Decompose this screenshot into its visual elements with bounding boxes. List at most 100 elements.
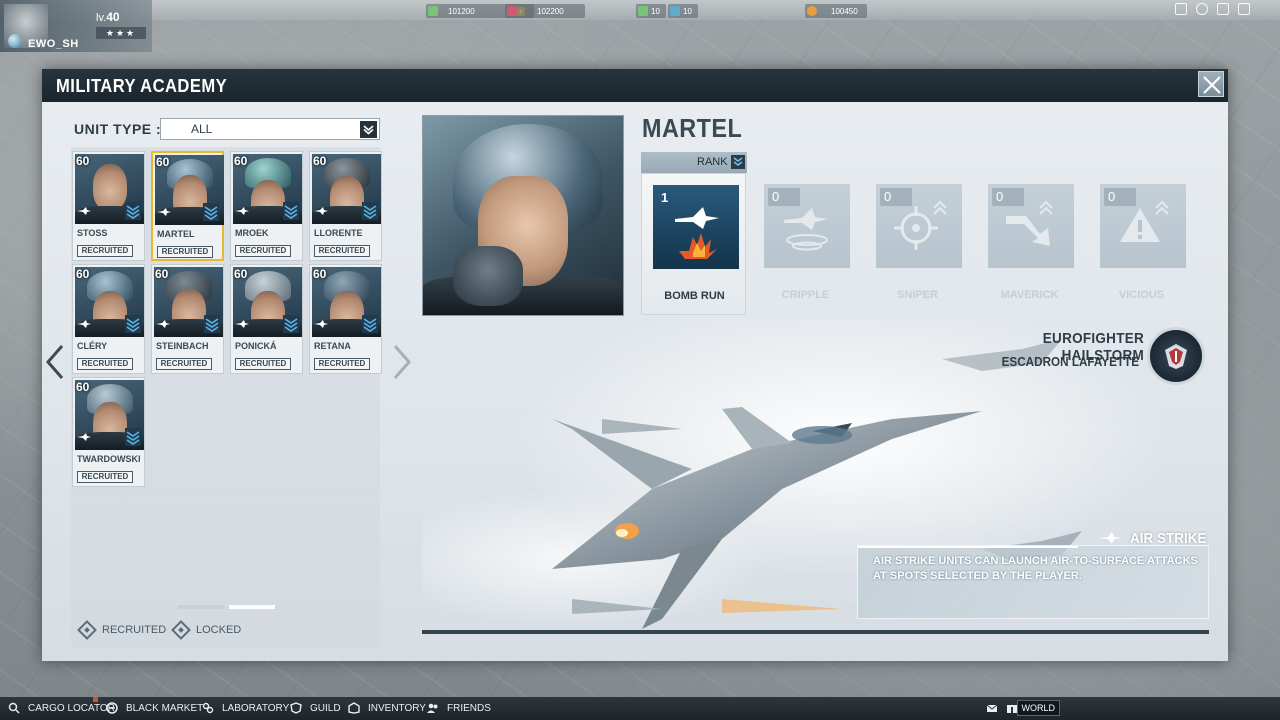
laboratory-icon: [202, 702, 214, 714]
collapse-icon[interactable]: [1238, 3, 1250, 15]
resource-value: 101200: [448, 6, 475, 16]
nav-guild[interactable]: GUILD: [290, 702, 341, 714]
resource-gold: 100450: [805, 4, 867, 18]
skill-name: VICIOUS: [1118, 289, 1165, 301]
unit-card-llorente[interactable]: 60 LLORENTE RECRUITED: [309, 151, 382, 261]
unit-name: STOSS: [77, 228, 108, 238]
status-badge: RECRUITED: [77, 471, 133, 483]
unit-name: MROEK: [235, 228, 269, 238]
jet-icon: [77, 433, 91, 441]
unit-card-clery[interactable]: 60 CLÉRY RECRUITED: [72, 264, 145, 374]
nav-label: INVENTORY: [368, 702, 426, 714]
rank-chevron-icon: [125, 315, 141, 333]
level-prefix: lv.: [96, 12, 107, 24]
nav-friends[interactable]: FRIENDS: [427, 702, 491, 714]
mail-icon[interactable]: [986, 702, 998, 714]
skill-name: CRIPPLE: [781, 289, 830, 301]
unit-card-stoss[interactable]: 60 STOSS RECRUITED: [72, 151, 145, 261]
rank-chevron-icon: [362, 315, 378, 333]
skill-maverick[interactable]: 0 MAVERICK: [977, 173, 1082, 315]
squadron-name: ESCADRON LAFAYETTE: [1001, 354, 1139, 369]
role-description: AIR STRIKE UNITS CAN LAUNCH AIR-TO-SURFA…: [873, 555, 1198, 582]
legend-recruited: RECRUITED: [77, 620, 167, 640]
dropdown-button[interactable]: [360, 121, 377, 138]
unit-card-retana[interactable]: 60 RETANA RECRUITED: [309, 264, 382, 374]
jet-icon: [235, 207, 249, 215]
player-badge[interactable]: lv.40 ★★★ EWO_SH: [0, 0, 152, 52]
gold-icon: [807, 6, 817, 16]
page-dot-active[interactable]: [229, 605, 275, 609]
nav-black-market[interactable]: BLACK MARKET: [106, 702, 203, 714]
diamond-icon: [77, 620, 97, 640]
unit-name: PONICKÁ: [235, 341, 277, 351]
previous-page-arrow[interactable]: [44, 344, 66, 380]
skill-vicious[interactable]: 0 VICIOUS: [1089, 173, 1194, 315]
close-button[interactable]: [1198, 71, 1224, 97]
unit-name: STEINBACH: [156, 341, 209, 351]
unit-level: 60: [155, 267, 169, 281]
globe-icon: [8, 34, 22, 48]
skill-tile: 0: [1100, 184, 1186, 268]
legend-locked: LOCKED: [171, 620, 241, 640]
resource-value: 10: [683, 6, 692, 16]
unit-name: TWARDOWSKI: [77, 454, 141, 464]
divider: [422, 630, 1209, 634]
token-icon: [670, 6, 680, 16]
player-stars: ★★★: [96, 27, 146, 39]
close-icon: [1203, 76, 1221, 94]
nav-inventory[interactable]: INVENTORY: [348, 702, 426, 714]
unit-name: LLORENTE: [314, 228, 363, 238]
inventory-icon: [348, 702, 360, 714]
maverick-icon: [1006, 200, 1053, 246]
skill-name: SNIPER: [897, 289, 938, 301]
gem-icon: [507, 6, 517, 16]
unit-type-select[interactable]: ALL: [160, 118, 380, 140]
skill-sniper[interactable]: 0 SNIPER: [865, 173, 970, 315]
divider: [858, 546, 1078, 548]
level-value: 40: [106, 10, 120, 24]
nav-laboratory[interactable]: LABORATORY: [202, 702, 289, 714]
unit-card-ponicka[interactable]: 60 PONICKÁ RECRUITED: [230, 264, 303, 374]
fuel-icon: [428, 6, 438, 16]
resource-value: 100450: [831, 6, 858, 16]
window-controls: [1175, 3, 1250, 15]
status-badge: RECRUITED: [314, 358, 370, 370]
page-dot[interactable]: [178, 605, 224, 609]
edit-icon[interactable]: [1175, 3, 1187, 15]
eye-icon[interactable]: [1196, 3, 1208, 15]
unit-card-twardowski[interactable]: 60 TWARDOWSKI RECRUITED: [72, 377, 145, 487]
legend-label: RECRUITED: [102, 624, 167, 636]
rank-tab[interactable]: RANK: [641, 152, 747, 173]
skill-cripple[interactable]: 0 CRIPPLE: [753, 173, 858, 315]
squadron-emblem: [1147, 327, 1205, 385]
unit-card-steinbach[interactable]: 60 STEINBACH RECRUITED: [151, 264, 224, 374]
rank-chevron-icon: [362, 202, 378, 220]
fullscreen-icon[interactable]: [1217, 3, 1229, 15]
guild-icon: [290, 702, 302, 714]
page-indicator: [178, 605, 275, 609]
next-page-arrow[interactable]: [391, 344, 413, 380]
nav-label: CARGO LOCATOR: [28, 702, 115, 714]
rank-chevron-icon: [125, 428, 141, 446]
skill-bomb-run[interactable]: 1 BOMB RUN: [641, 173, 746, 315]
unit-card-mroek[interactable]: 60 MROEK RECRUITED: [230, 151, 303, 261]
nav-label: BLACK MARKET: [126, 702, 204, 714]
rank-chevron-icon: [731, 155, 745, 169]
rank-chevron-icon: [203, 203, 219, 221]
unit-type-value: ALL: [191, 122, 213, 136]
top-resource-bar: 101200 + 102200 10 10 100450: [0, 0, 1280, 20]
military-academy-dialog: MILITARY ACADEMY UNIT TYPE : ALL 60 STOS…: [42, 69, 1228, 661]
vicious-icon: [1120, 200, 1169, 242]
nav-cargo-locator[interactable]: CARGO LOCATOR: [8, 702, 115, 714]
status-badge: RECRUITED: [314, 245, 370, 257]
unit-level: 60: [313, 267, 327, 281]
unit-card-martel[interactable]: 60 MARTEL RECRUITED: [151, 151, 224, 261]
unit-level: 60: [234, 267, 248, 281]
unit-level: 60: [234, 154, 248, 168]
air-strike-icon: [1098, 532, 1122, 544]
cripple-icon: [784, 208, 828, 251]
rank-label: RANK: [697, 156, 728, 168]
friends-icon: [427, 703, 438, 713]
world-chat-button[interactable]: WORLD: [1016, 700, 1060, 716]
status-badge: RECRUITED: [77, 358, 133, 370]
